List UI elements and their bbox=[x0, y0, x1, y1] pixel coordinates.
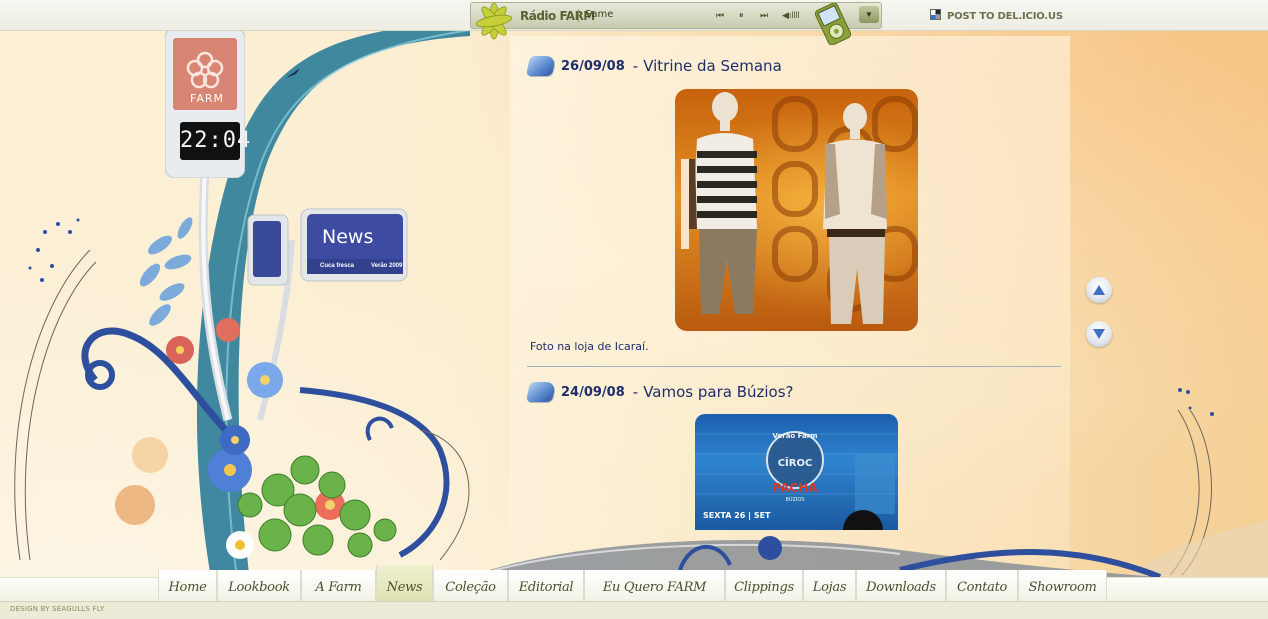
nav-lookbook[interactable]: Lookbook bbox=[217, 570, 301, 601]
nav-clippings[interactable]: Clippings bbox=[725, 570, 803, 601]
farm-logo: FARM bbox=[190, 92, 224, 105]
post-title[interactable]: Vitrine da Semana bbox=[643, 57, 782, 75]
volume-icon[interactable]: ◀ıllll bbox=[782, 9, 799, 21]
nav-showroom[interactable]: Showroom bbox=[1018, 570, 1107, 601]
post-title[interactable]: Vamos para Búzios? bbox=[643, 383, 793, 401]
poster-club-sub: BÚZIOS bbox=[785, 496, 804, 503]
delicious-icon bbox=[930, 9, 941, 20]
post-to-delicious-link[interactable]: POST TO DEL.ICIO.US bbox=[930, 9, 1063, 22]
triangle-down-icon bbox=[1093, 329, 1105, 339]
post-header: 24/09/08 - Vamos para Búzios? bbox=[525, 382, 794, 402]
nav-lojas[interactable]: Lojas bbox=[803, 570, 856, 601]
post-dash: - bbox=[632, 383, 639, 401]
radio-separator bbox=[578, 9, 579, 22]
post-date: 24/09/08 bbox=[561, 384, 625, 400]
post-dash: - bbox=[632, 57, 639, 75]
nav-editorial[interactable]: Editorial bbox=[508, 570, 584, 601]
nav-contato[interactable]: Contato bbox=[946, 570, 1018, 601]
radio-title: Rádio FARM bbox=[520, 9, 595, 23]
news-sign-sub-left: Cuca fresca bbox=[320, 263, 355, 269]
triangle-up-icon bbox=[1093, 285, 1105, 295]
pacha-poster-art: CÎROC Verão Farm PACHA BÚZIOS SEXTA 26 |… bbox=[695, 431, 898, 530]
leaf-icon bbox=[475, 2, 513, 40]
post-divider bbox=[527, 366, 1061, 367]
clock-display: 22:04 bbox=[180, 122, 250, 160]
footer-credit: DESIGN BY SEAGULLS FLY bbox=[10, 605, 105, 613]
nav-downloads[interactable]: Downloads bbox=[856, 570, 946, 601]
ipod-icon bbox=[814, 3, 852, 45]
post-bullet-icon bbox=[525, 56, 557, 76]
next-track-icon[interactable]: ⏭ bbox=[760, 9, 768, 21]
decorative-illustration bbox=[14, 22, 471, 600]
poster-top: Verão Farm bbox=[772, 432, 817, 440]
radio-track-name: Same bbox=[585, 9, 614, 20]
poster-date: SEXTA 26 | SET bbox=[703, 511, 771, 520]
scroll-up-button[interactable] bbox=[1086, 277, 1112, 303]
prev-track-icon[interactable]: ⏮ bbox=[716, 9, 724, 21]
nav-news[interactable]: News bbox=[376, 565, 433, 601]
scroll-down-button[interactable] bbox=[1086, 321, 1112, 347]
post-bullet-icon bbox=[525, 382, 557, 402]
poster-brand: CÎROC bbox=[778, 456, 813, 469]
post-header: 26/09/08 - Vitrine da Semana bbox=[525, 56, 782, 76]
post-photo-mannequins[interactable] bbox=[675, 89, 918, 331]
news-sign-sub-right: Verão 2009 bbox=[371, 263, 403, 269]
news-sign-label: News bbox=[322, 226, 374, 248]
mannequin-photo-art bbox=[681, 92, 918, 324]
radio-dropdown-button[interactable]: ▼ bbox=[859, 6, 879, 23]
poster-club: PACHA bbox=[772, 481, 818, 495]
delicious-label[interactable]: POST TO DEL.ICIO.US bbox=[947, 11, 1063, 22]
post-photo-pacha-poster[interactable]: CÎROC Verão Farm PACHA BÚZIOS SEXTA 26 |… bbox=[695, 414, 898, 530]
nav-colecao[interactable]: Coleção bbox=[433, 570, 508, 601]
footer bbox=[0, 601, 1268, 619]
nav-eu-quero-farm[interactable]: Eu Quero FARM bbox=[584, 570, 725, 601]
nav-home[interactable]: Home bbox=[158, 570, 217, 601]
post-date: 26/09/08 bbox=[561, 58, 625, 74]
nav-a-farm[interactable]: A Farm bbox=[301, 570, 376, 601]
pause-icon[interactable]: ⏸ bbox=[739, 9, 744, 21]
post-caption: Foto na loja de Icaraí. bbox=[530, 340, 649, 353]
